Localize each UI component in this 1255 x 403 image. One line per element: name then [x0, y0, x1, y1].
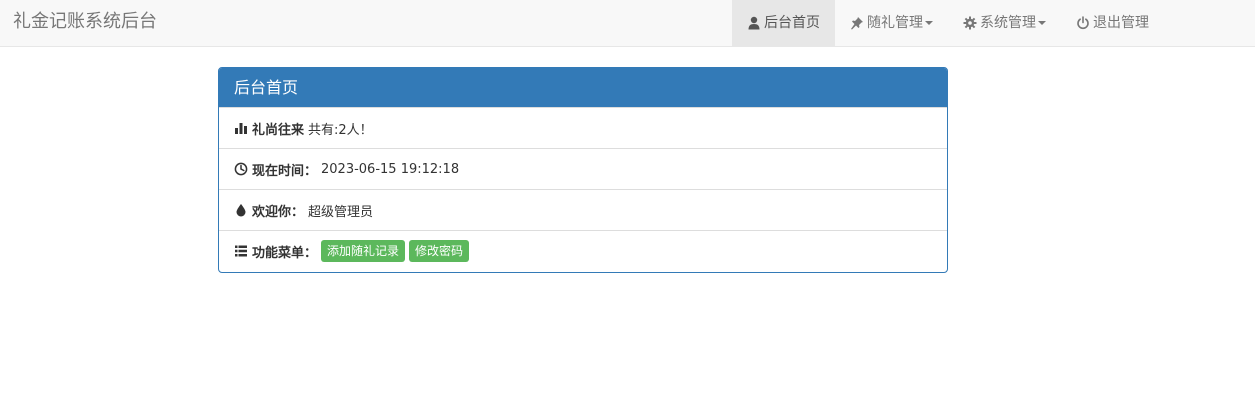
stats-value: 共有:2人！ — [308, 122, 373, 138]
top-navbar: 礼金记账系统后台 后台首页 随礼管理 系统管理 退出管理 — [0, 0, 1255, 47]
nav-home[interactable]: 后台首页 — [732, 0, 835, 46]
clock-icon — [234, 162, 248, 176]
nav-logout-label: 退出管理 — [1093, 15, 1149, 31]
nav-home-label: 后台首页 — [764, 15, 820, 31]
nav-gift-manage[interactable]: 随礼管理 — [835, 0, 948, 46]
list-icon — [234, 244, 248, 258]
welcome-row: 欢迎你： 超级管理员 — [219, 189, 947, 230]
welcome-value: 超级管理员 — [308, 204, 374, 220]
time-label: 现在时间： — [252, 163, 318, 179]
app-brand[interactable]: 礼金记账系统后台 — [13, 0, 157, 46]
time-value: 2023-06-15 19:12:18 — [321, 161, 460, 177]
nav-gift-manage-label: 随礼管理 — [867, 15, 923, 31]
stats-row: 礼尚往来 共有:2人！ — [219, 107, 947, 148]
caret-down-icon — [925, 21, 933, 25]
pushpin-icon — [850, 16, 864, 30]
main-nav: 后台首页 随礼管理 系统管理 退出管理 — [732, 0, 1164, 46]
nav-system-manage[interactable]: 系统管理 — [948, 0, 1061, 46]
menu-label: 功能菜单： — [252, 245, 318, 261]
change-password-button[interactable]: 修改密码 — [409, 240, 470, 262]
user-icon — [747, 16, 761, 30]
add-gift-record-button[interactable]: 添加随礼记录 — [321, 240, 406, 262]
time-row: 现在时间： 2023-06-15 19:12:18 — [219, 148, 947, 189]
welcome-label: 欢迎你： — [252, 204, 305, 220]
dashboard-panel: 后台首页 礼尚往来 共有:2人！ 现在时间： 2023-06-15 19:12:… — [218, 67, 948, 273]
droplet-icon — [234, 203, 248, 217]
menu-row: 功能菜单： 添加随礼记录 修改密码 — [219, 230, 947, 271]
stats-label: 礼尚往来 — [252, 122, 305, 138]
power-icon — [1076, 16, 1090, 30]
gear-icon — [963, 16, 977, 30]
panel-title: 后台首页 — [219, 68, 947, 107]
nav-logout[interactable]: 退出管理 — [1061, 0, 1164, 46]
bar-chart-icon — [234, 121, 248, 135]
caret-down-icon — [1038, 21, 1046, 25]
nav-system-manage-label: 系统管理 — [980, 15, 1036, 31]
